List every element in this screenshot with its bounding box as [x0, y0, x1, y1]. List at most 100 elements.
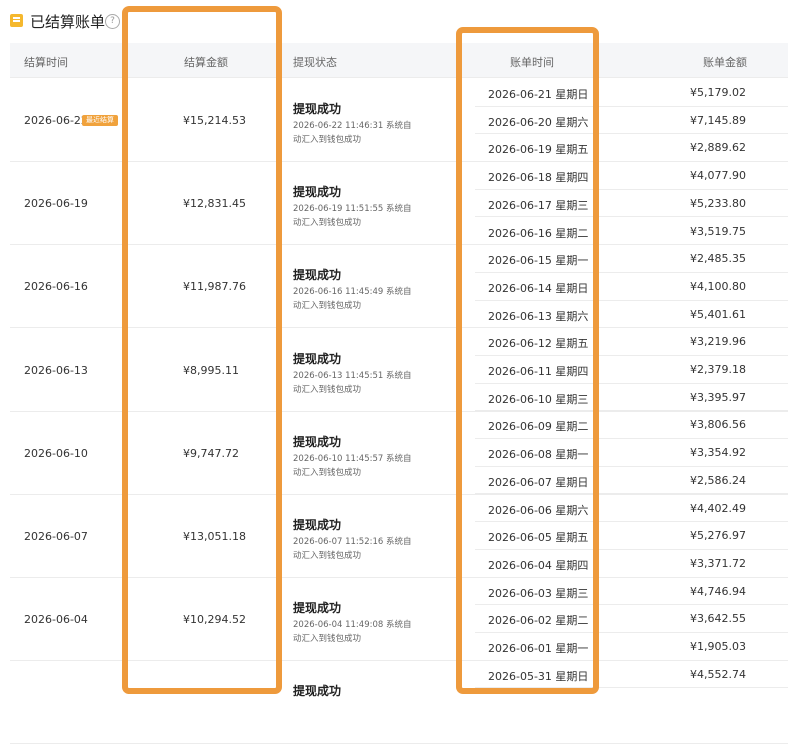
bill-amount: ¥2,379.18 [690, 363, 746, 376]
bill-amount: ¥2,889.62 [690, 141, 746, 155]
bill-time: 2026-06-20 星期六 [488, 115, 589, 129]
withdraw-status: 提现成功 [293, 682, 413, 701]
bill-row: 2026-06-12 星期五 ¥3,219.96 [475, 327, 788, 356]
bill-row: 2026-06-04 星期四 ¥3,371.72 [475, 549, 788, 578]
bill-row: 2026-06-13 星期六 ¥5,401.61 [475, 300, 788, 329]
bill-amount: ¥5,276.97 [690, 529, 746, 543]
column-header-bill-time: 账单时间 [510, 56, 554, 69]
withdraw-status: 提现成功 2026-06-10 11:45:57 系统自动汇入到钱包成功 [293, 433, 413, 480]
bill-amount: ¥2,485.35 [690, 252, 746, 266]
bill-row: 2026-06-01 星期一 ¥1,905.03 [475, 632, 788, 661]
bill-row: 2026-06-11 星期四 ¥2,379.18 [475, 355, 788, 384]
settle-date: 2026-06-10 [24, 446, 88, 460]
bill-time: 2026-06-21 星期日 [488, 88, 589, 101]
status-desc: 2026-06-07 11:52:16 系统自动汇入到钱包成功 [293, 537, 412, 561]
bill-amount: ¥5,179.02 [690, 86, 746, 99]
bill-time: 2026-06-09 星期二 [488, 420, 589, 434]
withdraw-status: 提现成功 2026-06-13 11:45:51 系统自动汇入到钱包成功 [293, 350, 413, 397]
bill-time: 2026-06-17 星期三 [488, 198, 589, 212]
bill-amount: ¥3,371.72 [690, 556, 746, 570]
bill-time: 2026-06-19 星期五 [488, 143, 589, 157]
bill-row: 2026-06-17 星期三 ¥5,233.80 [475, 189, 788, 218]
bill-icon [10, 14, 23, 27]
bill-amount: ¥4,100.80 [690, 279, 746, 293]
bill-time: 2026-06-14 星期日 [488, 281, 589, 295]
status-title: 提现成功 [293, 185, 342, 200]
bill-time: 2026-06-07 星期日 [488, 475, 589, 489]
column-header-settle-time: 结算时间 [24, 56, 68, 69]
bill-time: 2026-06-06 星期六 [488, 503, 589, 517]
column-header-settle-amount: 结算金额 [184, 56, 228, 69]
bill-amount: ¥1,905.03 [690, 640, 746, 653]
bill-time: 2026-06-08 星期一 [488, 448, 589, 462]
settle-date: 2026-06-16 [24, 280, 88, 294]
table-header: 结算时间 结算金额 提现状态 账单时间 账单金额 [10, 43, 788, 78]
bill-row: 2026-06-03 星期三 ¥4,746.94 [475, 577, 788, 606]
bill-time: 2026-06-16 星期二 [488, 226, 589, 240]
settle-amount: ¥10,294.52 [183, 613, 246, 627]
status-desc: 2026-06-10 11:45:57 系统自动汇入到钱包成功 [293, 453, 412, 478]
withdraw-status: 提现成功 2026-06-07 11:52:16 系统自动汇入到钱包成功 [293, 516, 413, 563]
bill-row: 2026-05-31 星期日 ¥4,552.74 [475, 660, 788, 689]
latest-settle-badge: 最近结算 [82, 115, 118, 126]
bill-row: 2026-06-18 星期四 ¥4,077.90 [475, 161, 788, 190]
bill-row: 2026-06-16 星期二 ¥3,519.75 [475, 217, 788, 246]
bill-amount: ¥3,642.55 [690, 612, 746, 626]
bill-time: 2026-06-02 星期二 [488, 614, 589, 628]
bill-row: 2026-06-19 星期五 ¥2,889.62 [475, 133, 788, 163]
status-desc: 2026-06-13 11:45:51 系统自动汇入到钱包成功 [293, 370, 412, 395]
page-title: 已结算账单 [30, 13, 106, 31]
settle-date: 2026-06-07 [24, 530, 88, 543]
bill-amount: ¥7,145.89 [690, 113, 746, 127]
bill-time: 2026-06-15 星期一 [488, 254, 589, 268]
bill-time: 2026-06-10 星期三 [488, 392, 589, 406]
status-title: 提现成功 [293, 102, 342, 116]
withdraw-status: 提现成功 2026-06-04 11:49:08 系统自动汇入到钱包成功 [293, 599, 413, 646]
settle-amount: ¥11,987.76 [183, 280, 246, 294]
bill-time: 2026-06-13 星期六 [488, 309, 589, 323]
settle-date: 2026-06-13 [24, 363, 88, 377]
bill-time: 2026-06-01 星期一 [488, 642, 589, 655]
bill-row: 2026-06-20 星期六 ¥7,145.89 [475, 106, 788, 135]
status-title: 提现成功 [293, 434, 342, 449]
settle-amount: ¥12,831.45 [183, 197, 246, 211]
settle-date: 2026-06-04 [24, 613, 88, 627]
settle-amount: ¥9,747.72 [183, 446, 239, 460]
bill-time: 2026-06-05 星期五 [488, 531, 589, 545]
bill-row: 2026-06-14 星期日 ¥4,100.80 [475, 272, 788, 301]
bill-time: 2026-06-12 星期五 [488, 337, 589, 351]
status-desc: 2026-06-19 11:51:55 系统自动汇入到钱包成功 [293, 204, 412, 229]
help-icon[interactable]: ? [105, 14, 120, 29]
withdraw-status: 提现成功 2026-06-19 11:51:55 系统自动汇入到钱包成功 [293, 183, 413, 230]
column-header-withdraw-status: 提现状态 [293, 56, 337, 69]
bill-row: 2026-06-10 星期三 ¥3,395.97 [475, 383, 788, 412]
bill-amount: ¥3,354.92 [690, 446, 746, 460]
bill-amount: ¥3,395.97 [690, 390, 746, 404]
settle-amount: ¥13,051.18 [183, 530, 246, 543]
bill-amount: ¥4,552.74 [690, 667, 746, 681]
settle-amount: ¥8,995.11 [183, 363, 239, 377]
bill-row: 2026-06-09 星期二 ¥3,806.56 [475, 410, 788, 440]
bill-amount: ¥4,402.49 [690, 501, 746, 515]
status-title: 提现成功 [293, 351, 342, 366]
bill-row: 2026-06-06 星期六 ¥4,402.49 [475, 494, 788, 523]
status-title: 提现成功 [293, 268, 342, 283]
withdraw-status: 提现成功 2026-06-22 11:46:31 系统自动汇入到钱包成功 [293, 100, 413, 147]
settle-amount: ¥15,214.53 [183, 114, 246, 127]
status-desc: 2026-06-22 11:46:31 系统自动汇入到钱包成功 [293, 121, 412, 145]
page-header: 已结算账单 ? [0, 0, 788, 44]
bill-amount: ¥4,077.90 [690, 169, 746, 183]
bill-row: 2026-06-02 星期二 ¥3,642.55 [475, 604, 788, 633]
column-header-bill-amount: 账单金额 [703, 56, 747, 69]
bill-amount: ¥4,746.94 [690, 584, 746, 598]
bill-amount: ¥5,233.80 [690, 196, 746, 210]
bill-time: 2026-06-18 星期四 [488, 171, 589, 185]
bill-time: 2026-06-11 星期四 [488, 365, 589, 378]
bill-amount: ¥3,806.56 [690, 418, 746, 432]
bill-amount: ¥3,519.75 [690, 224, 746, 238]
bill-time: 2026-05-31 星期日 [488, 669, 589, 683]
settle-date: 2026-06-22 [24, 114, 88, 127]
status-title: 提现成功 [293, 684, 342, 699]
bill-row: 2026-06-05 星期五 ¥5,276.97 [475, 521, 788, 550]
bill-row: 2026-06-15 星期一 ¥2,485.35 [475, 244, 788, 273]
